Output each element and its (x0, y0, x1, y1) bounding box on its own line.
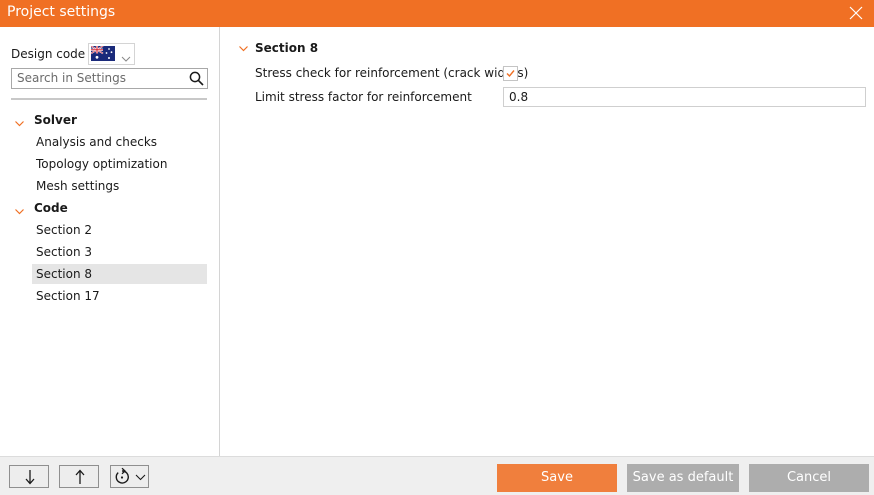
search-icon[interactable] (189, 71, 204, 86)
tree-item-section-3[interactable]: Section 3 (32, 242, 207, 262)
settings-sidebar: Design code Search in Settings Solver An… (0, 27, 220, 456)
tree-item-topology-optimization[interactable]: Topology optimization (32, 154, 207, 174)
cancel-button[interactable]: Cancel (749, 464, 869, 492)
stress-check-checkbox[interactable] (503, 66, 518, 81)
tree-item-mesh-settings[interactable]: Mesh settings (32, 176, 207, 196)
section-title: Section 8 (255, 41, 319, 55)
tree-group-label: Solver (34, 113, 77, 127)
search-input[interactable] (17, 70, 182, 86)
reset-menu-button[interactable] (110, 465, 149, 488)
window-title: Project settings (7, 4, 116, 20)
chevron-down-icon (121, 49, 131, 62)
design-code-select[interactable] (88, 43, 135, 65)
sidebar-divider (11, 98, 207, 100)
tree-item-section-2[interactable]: Section 2 (32, 220, 207, 240)
tree-item-section-17[interactable]: Section 17 (32, 286, 207, 306)
tree-item-analysis-and-checks[interactable]: Analysis and checks (32, 132, 207, 152)
tree-group-label: Code (34, 201, 68, 215)
limit-stress-factor-field (503, 87, 866, 107)
chevron-down-icon (135, 474, 146, 481)
tree-item-section-8[interactable]: Section 8 (32, 264, 207, 284)
design-code-label: Design code (11, 47, 86, 61)
checkmark-icon (506, 70, 515, 78)
chevron-down-icon (14, 203, 25, 215)
footer-bar: Save Save as default Cancel (0, 456, 874, 495)
close-icon[interactable] (846, 3, 866, 23)
save-as-default-button[interactable]: Save as default (627, 464, 739, 492)
limit-stress-factor-input[interactable] (509, 89, 859, 104)
tree-group-solver[interactable]: Solver (14, 110, 207, 130)
chevron-down-icon (14, 115, 25, 127)
reset-icon (115, 467, 129, 484)
section-header[interactable]: Section 8 (238, 41, 318, 55)
arrow-up-icon (75, 469, 85, 484)
australia-flag-icon (90, 45, 115, 61)
settings-content: Section 8 Stress check for reinforcement… (220, 27, 874, 456)
settings-search (11, 68, 208, 89)
chevron-down-icon (238, 43, 249, 54)
import-button[interactable] (9, 465, 49, 488)
limit-stress-factor-label: Limit stress factor for reinforcement (255, 90, 472, 104)
stress-check-label: Stress check for reinforcement (crack wi… (255, 66, 529, 80)
save-button[interactable]: Save (497, 464, 617, 492)
export-button[interactable] (59, 465, 99, 488)
title-bar: Project settings (0, 0, 874, 27)
arrow-down-icon (25, 470, 35, 485)
tree-group-code[interactable]: Code (14, 198, 207, 218)
